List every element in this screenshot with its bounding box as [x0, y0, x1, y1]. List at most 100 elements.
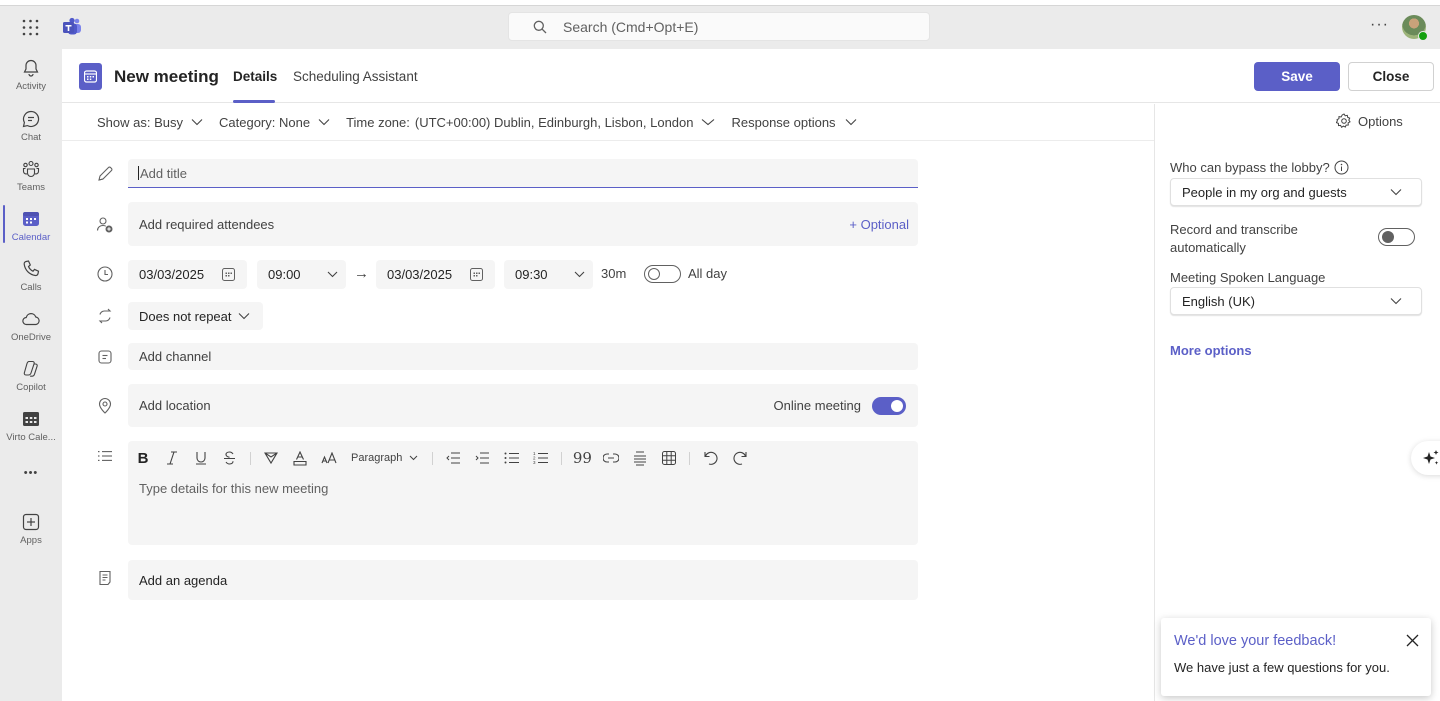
formatting-toolbar: B Paragraph 123 99	[128, 446, 754, 470]
bold-icon: B	[137, 449, 149, 467]
bold-button[interactable]: B	[129, 446, 157, 470]
rail-item-activity[interactable]: Activity	[0, 56, 62, 102]
category-dropdown[interactable]: Category: None	[219, 115, 330, 130]
close-icon[interactable]	[1406, 634, 1419, 647]
add-optional-attendees-link[interactable]: + Optional	[849, 217, 909, 232]
rail-item-apps[interactable]: Apps	[0, 510, 62, 556]
rail-item-teams[interactable]: Teams	[0, 157, 62, 203]
time-zone-dropdown[interactable]: Time zone: (UTC+00:00) Dublin, Edinburgh…	[346, 115, 715, 130]
quote-button[interactable]: 99	[568, 446, 596, 470]
tab-details[interactable]: Details	[233, 69, 277, 84]
all-day-toggle[interactable]	[644, 265, 681, 283]
lobby-bypass-dropdown[interactable]: People in my org and guests	[1170, 178, 1422, 206]
editor-placeholder: Type details for this new meeting	[139, 481, 329, 496]
title-input[interactable]: Add title	[128, 159, 918, 188]
response-options-dropdown[interactable]: Response options	[731, 115, 856, 130]
teams-logo-icon	[63, 17, 81, 35]
feedback-title[interactable]: We'd love your feedback!	[1174, 633, 1336, 649]
record-transcribe-toggle[interactable]	[1378, 228, 1415, 246]
paragraph-label: Paragraph	[351, 452, 403, 464]
options-header[interactable]: Options	[1336, 113, 1403, 129]
app-launcher-icon[interactable]	[22, 19, 39, 36]
search-input[interactable]: Search (Cmd+Opt+E)	[508, 12, 930, 41]
record-label-line2: automatically	[1170, 240, 1246, 255]
chevron-down-icon	[1390, 189, 1402, 196]
highlight-button[interactable]	[257, 446, 285, 470]
rail-item-onedrive[interactable]: OneDrive	[0, 307, 62, 353]
chat-icon	[22, 110, 40, 128]
online-meeting-control: Online meeting	[773, 396, 906, 415]
record-label-line1: Record and transcribe	[1170, 222, 1298, 237]
close-button[interactable]: Close	[1348, 62, 1434, 91]
rail-item-label: Calls	[20, 282, 42, 293]
active-tab-indicator	[233, 100, 275, 103]
presence-available-icon	[1418, 31, 1428, 41]
strikethrough-icon	[224, 451, 235, 465]
font-color-button[interactable]	[285, 446, 314, 470]
rail-item-calendar[interactable]: Calendar	[0, 207, 62, 253]
location-input[interactable]: Add location Online meeting	[128, 384, 918, 427]
lobby-label-text: Who can bypass the lobby?	[1170, 160, 1330, 175]
paragraph-style-dropdown[interactable]: Paragraph	[351, 452, 418, 464]
decrease-indent-button[interactable]	[439, 446, 468, 470]
insert-table-button[interactable]	[654, 446, 683, 470]
rail-item-label: Activity	[15, 81, 47, 92]
start-date-value: 03/03/2025	[139, 267, 205, 282]
bulleted-list-button[interactable]	[497, 446, 526, 470]
channel-placeholder: Add channel	[139, 349, 212, 364]
online-meeting-toggle[interactable]	[872, 396, 906, 415]
teams-icon	[22, 160, 40, 178]
online-meeting-label: Online meeting	[773, 398, 861, 413]
channel-input[interactable]: Add channel	[128, 343, 918, 370]
spoken-language-dropdown[interactable]: English (UK)	[1170, 287, 1422, 315]
end-date-picker[interactable]: 03/03/2025	[376, 260, 495, 289]
start-date-picker[interactable]: 03/03/2025	[128, 260, 247, 289]
horizontal-rule-icon	[633, 451, 646, 465]
italic-button[interactable]	[157, 446, 186, 470]
font-size-button[interactable]	[314, 446, 343, 470]
insert-link-button[interactable]	[596, 446, 625, 470]
rail-item-chat[interactable]: Chat	[0, 107, 62, 153]
arrow-right-icon: →	[354, 265, 369, 282]
page-title: New meeting	[114, 67, 219, 86]
show-as-label: Show as: Busy	[97, 114, 183, 130]
location-pin-icon	[98, 398, 112, 414]
horizontal-line-button[interactable]	[625, 446, 654, 470]
highlight-icon	[264, 452, 278, 465]
record-transcribe-label: Record and transcribe automatically	[1170, 221, 1298, 257]
increase-indent-button[interactable]	[468, 446, 497, 470]
rail-item-calls[interactable]: Calls	[0, 257, 62, 303]
bulleted-list-icon	[504, 452, 520, 464]
underline-button[interactable]	[186, 446, 215, 470]
italic-icon	[166, 451, 177, 465]
avatar[interactable]	[1402, 15, 1428, 41]
rail-item-virto-calendar[interactable]: Virto Cale...	[0, 407, 62, 453]
show-as-dropdown[interactable]: Show as: Busy	[97, 115, 203, 130]
attendees-input[interactable]: Add required attendees + Optional	[128, 202, 918, 246]
end-time-dropdown[interactable]: 09:30	[504, 260, 593, 289]
redo-button[interactable]	[725, 446, 754, 470]
feedback-body: We have just a few questions for you.	[1174, 660, 1390, 675]
save-button[interactable]: Save	[1254, 62, 1340, 91]
numbered-list-button[interactable]: 123	[526, 446, 555, 470]
decrease-indent-icon	[446, 452, 461, 464]
options-label: Options	[1358, 113, 1403, 129]
copilot-button[interactable]	[1411, 441, 1440, 475]
chevron-down-icon	[702, 119, 715, 126]
rail-more-button[interactable]: •••	[0, 467, 62, 487]
repeat-dropdown[interactable]: Does not repeat	[128, 302, 263, 330]
more-options-button[interactable]: ···	[1370, 16, 1389, 34]
quote-icon: 99	[572, 449, 592, 467]
more-options-link[interactable]: More options	[1170, 343, 1252, 358]
info-icon[interactable]	[1334, 160, 1349, 175]
rail-item-label: OneDrive	[10, 332, 52, 343]
rail-item-copilot[interactable]: Copilot	[0, 357, 62, 403]
agenda-input[interactable]: Add an agenda	[128, 560, 918, 600]
undo-button[interactable]	[696, 446, 725, 470]
toolbar-divider	[561, 451, 563, 465]
font-size-icon	[320, 452, 337, 464]
start-time-dropdown[interactable]: 09:00	[257, 260, 346, 289]
meeting-details-editor[interactable]: B Paragraph 123 99 Type details for this…	[128, 441, 918, 545]
tab-scheduling-assistant[interactable]: Scheduling Assistant	[293, 69, 418, 84]
strikethrough-button[interactable]	[215, 446, 244, 470]
